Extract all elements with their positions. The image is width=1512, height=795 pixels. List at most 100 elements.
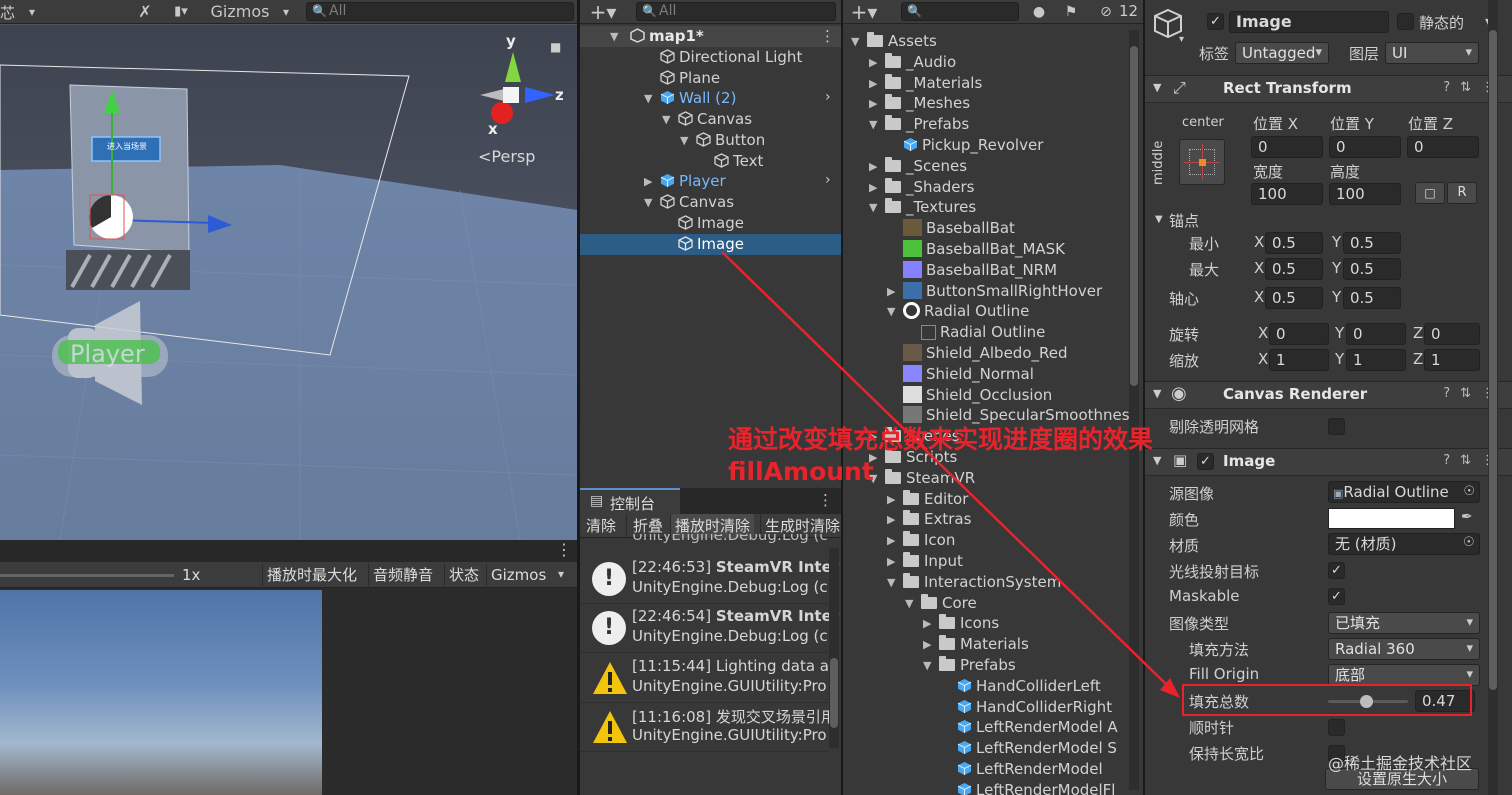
static-checkbox[interactable] xyxy=(1397,13,1414,30)
project-item[interactable]: ▼ SteamVR xyxy=(869,468,975,489)
expand-arrow-icon[interactable]: ▼ xyxy=(851,31,859,52)
rect-transform-header[interactable]: ▼ ⤢ Rect Transform ?⇅⋮ xyxy=(1145,75,1512,103)
project-item[interactable]: ▼ _Textures xyxy=(869,197,976,218)
source-image-field[interactable]: ▣Radial Outline ☉ xyxy=(1328,481,1480,503)
material-field[interactable]: 无 (材质) xyxy=(1328,533,1480,555)
hierarchy-item-player[interactable]: ▶ Player xyxy=(644,171,726,192)
canvas-renderer-header[interactable]: ▼ ◉ Canvas Renderer ?⇅⋮ xyxy=(1145,381,1512,409)
collapsed-arrow-icon[interactable]: ▶ xyxy=(869,52,877,73)
height-field[interactable]: 100 xyxy=(1329,183,1401,205)
project-item[interactable]: ▶ _Scenes xyxy=(869,156,967,177)
scale-y-field[interactable]: 1 xyxy=(1346,349,1406,371)
hierarchy-item-map1[interactable]: ▼ map1* xyxy=(610,26,704,47)
persp-label[interactable]: <Persp xyxy=(478,147,535,166)
console-menu-icon[interactable]: ⋮ xyxy=(818,491,833,509)
expand-arrow-icon[interactable]: ▼ xyxy=(887,572,895,593)
tag-dropdown[interactable]: Untagged xyxy=(1235,42,1329,64)
maximize-on-play-button[interactable]: 播放时最大化 xyxy=(262,564,361,586)
tools-icon[interactable]: ✗ xyxy=(134,2,156,22)
camera-icon[interactable]: ▮▾ xyxy=(166,2,196,22)
project-item[interactable]: ▶ Icon xyxy=(887,530,955,551)
layer-dropdown[interactable]: UI xyxy=(1385,42,1479,64)
console-entry[interactable]: [11:16:08] 发现交叉场景引用 UnityEngine.GUIUtili… xyxy=(580,704,836,752)
project-item[interactable]: ▶ Materials xyxy=(923,634,1029,655)
project-item[interactable]: HandColliderLeft xyxy=(957,676,1101,697)
color-swatch[interactable] xyxy=(1328,508,1455,529)
blueprint-mode-button[interactable]: □ xyxy=(1415,182,1445,204)
rotation-z-field[interactable]: 0 xyxy=(1424,323,1480,345)
collapsed-arrow-icon[interactable]: ▶ xyxy=(887,551,895,572)
foldout-arrow-icon[interactable]: ▼ xyxy=(1153,454,1161,467)
scene-menu-icon[interactable]: ⋮ xyxy=(820,27,835,45)
console-entry[interactable]: [11:15:44] Lighting data as UnityEngine.… xyxy=(580,655,837,703)
hierarchy-item-image-2[interactable]: Image xyxy=(678,234,744,255)
collapsed-arrow-icon[interactable]: ▶ xyxy=(869,73,877,94)
collapsed-arrow-icon[interactable]: ▶ xyxy=(887,489,895,510)
scale-slider[interactable] xyxy=(0,574,174,577)
anchor-max-x-field[interactable]: 0.5 xyxy=(1265,258,1323,280)
clear-button[interactable]: 清除 xyxy=(586,515,616,536)
collapsed-arrow-icon[interactable]: ▶ xyxy=(869,93,877,114)
object-name-field[interactable]: Image xyxy=(1229,11,1389,33)
console-scrollbar[interactable] xyxy=(829,548,839,748)
expand-arrow-icon[interactable]: ▶ xyxy=(644,171,652,192)
inspector-scrollbar-thumb[interactable] xyxy=(1489,30,1497,690)
project-item[interactable]: LeftRenderModel S xyxy=(957,738,1117,759)
filter-label-icon[interactable]: ⚑ xyxy=(1061,2,1081,22)
scale-x-field[interactable]: 1 xyxy=(1269,349,1329,371)
scale-z-field[interactable]: 1 xyxy=(1424,349,1480,371)
image-type-dropdown[interactable]: 已填充 xyxy=(1328,612,1480,634)
stats-button[interactable]: 状态 xyxy=(444,564,483,586)
console-entry[interactable]: ! [22:46:53] SteamVR Inter UnityEngine.D… xyxy=(580,556,839,604)
hierarchy-item-wall[interactable]: ▼ Wall (2) xyxy=(644,88,736,109)
inspector-scrollbar[interactable] xyxy=(1488,0,1498,795)
active-checkbox[interactable]: ✓ xyxy=(1207,13,1224,30)
hierarchy-search-input[interactable]: 🔍 All xyxy=(636,2,836,21)
maskable-checkbox[interactable]: ✓ xyxy=(1328,588,1345,605)
add-icon[interactable]: +▾ xyxy=(586,2,620,22)
project-item[interactable]: BaseballBat_NRM xyxy=(903,260,1057,281)
image-enabled-checkbox[interactable]: ✓ xyxy=(1197,453,1214,470)
scene-search-input[interactable]: 🔍 All xyxy=(306,2,574,21)
expand-arrow-icon[interactable]: ▼ xyxy=(680,130,688,151)
expand-arrow-icon[interactable]: ▼ xyxy=(887,301,895,322)
mute-audio-button[interactable]: 音频静音 xyxy=(368,564,437,586)
collapsed-arrow-icon[interactable]: ▶ xyxy=(887,509,895,530)
chevron-right-icon[interactable]: › xyxy=(825,89,831,105)
project-item[interactable]: ▶ Editor xyxy=(887,489,968,510)
anchor-preset-button[interactable] xyxy=(1179,139,1225,185)
raw-edit-button[interactable]: R xyxy=(1447,182,1477,204)
project-item[interactable]: ▼ Prefabs xyxy=(923,655,1016,676)
anchor-max-y-field[interactable]: 0.5 xyxy=(1343,258,1401,280)
project-item[interactable]: Shield_Occlusion xyxy=(903,385,1052,406)
project-item[interactable]: ▼ Core xyxy=(905,593,977,614)
width-field[interactable]: 100 xyxy=(1251,183,1323,205)
console-scrollbar-thumb[interactable] xyxy=(830,658,838,728)
eyedropper-icon[interactable]: ✒ xyxy=(1461,509,1473,525)
foldout-arrow-icon[interactable]: ▼ xyxy=(1153,387,1161,400)
project-item[interactable]: Pickup_Revolver xyxy=(903,135,1043,156)
foldout-arrow-icon[interactable]: ▼ xyxy=(1153,81,1161,94)
console-entry[interactable]: ! [22:46:54] SteamVR Inter UnityEngine.D… xyxy=(580,605,839,653)
console-tab[interactable]: ▤ 控制台 xyxy=(580,488,680,514)
expand-arrow-icon[interactable]: ▼ xyxy=(610,26,618,47)
project-item[interactable]: ▶ _Audio xyxy=(869,52,956,73)
project-item[interactable]: LeftRenderModel xyxy=(957,759,1103,780)
pos-z-field[interactable]: 0 xyxy=(1407,136,1479,158)
add-asset-icon[interactable]: +▾ xyxy=(847,2,881,22)
project-search-input[interactable]: 🔍 xyxy=(901,2,1019,21)
collapsed-arrow-icon[interactable]: ▶ xyxy=(923,634,931,655)
anchor-min-y-field[interactable]: 0.5 xyxy=(1343,232,1401,254)
hierarchy-item-button[interactable]: ▼ Button xyxy=(680,130,765,151)
pos-y-field[interactable]: 0 xyxy=(1329,136,1401,158)
collapsed-arrow-icon[interactable]: ▶ xyxy=(869,156,877,177)
pivot-x-field[interactable]: 0.5 xyxy=(1265,287,1323,309)
expand-arrow-icon[interactable]: ▼ xyxy=(869,114,877,135)
project-item[interactable]: BaseballBat_MASK xyxy=(903,239,1065,260)
scene-gizmos-button[interactable]: Gizmos xyxy=(208,2,272,22)
fill-method-dropdown[interactable]: Radial 360 xyxy=(1328,638,1480,660)
pos-x-field[interactable]: 0 xyxy=(1251,136,1323,158)
collapsed-arrow-icon[interactable]: ▶ xyxy=(887,281,895,302)
anchor-min-x-field[interactable]: 0.5 xyxy=(1265,232,1323,254)
cull-transparent-checkbox[interactable] xyxy=(1328,418,1345,435)
